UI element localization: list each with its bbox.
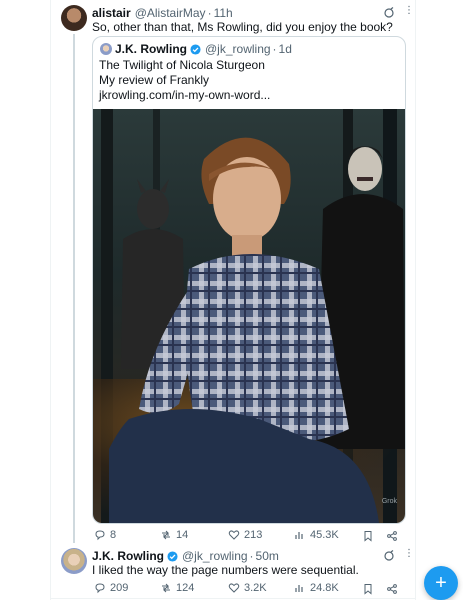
reply-count: 8	[110, 529, 117, 541]
reply-icon	[95, 583, 105, 594]
repost-icon	[162, 530, 170, 540]
repost-count: 14	[176, 529, 189, 541]
views-button[interactable]: 24.8K	[294, 582, 339, 594]
tweet-text: I liked the way the page numbers were se…	[92, 563, 359, 577]
grok-icon[interactable]	[383, 550, 395, 562]
like-button[interactable]: 3.2K	[228, 582, 267, 594]
tweet-header: alistair @AlistairMay · 11h	[92, 6, 233, 20]
quoted-tweet-link[interactable]: jkrowling.com/in-my-own-word...	[99, 88, 270, 103]
repost-button[interactable]: 124	[160, 582, 194, 594]
like-count: 213	[244, 529, 263, 541]
reply-count: 209	[110, 582, 129, 594]
image-watermark: Grok	[381, 498, 397, 505]
bookmark-icon[interactable]	[362, 530, 374, 542]
author-handle[interactable]: @jk_rowling	[182, 549, 248, 563]
verified-icon	[190, 43, 201, 55]
separator: ·	[272, 42, 277, 56]
author-name[interactable]: alistair	[92, 6, 131, 20]
bookmark-icon[interactable]	[362, 583, 374, 595]
separator: ·	[249, 549, 254, 563]
grok-icon[interactable]	[383, 7, 395, 19]
like-icon	[228, 583, 240, 593]
compose-icon: +	[435, 571, 447, 594]
tweet-image[interactable]: Grok	[93, 109, 405, 523]
repost-count: 124	[176, 582, 195, 594]
quoted-tweet-header: J.K. Rowling @jk_rowling · 1d	[115, 42, 292, 56]
share-icon[interactable]	[386, 530, 398, 542]
divider	[50, 598, 416, 599]
author-handle[interactable]: @jk_rowling	[205, 42, 271, 56]
reply-button[interactable]: 209	[94, 582, 128, 594]
more-icon[interactable]: ⋮	[404, 5, 414, 16]
timestamp[interactable]: 50m	[256, 549, 279, 563]
reply-icon	[95, 530, 105, 541]
tweet-header: J.K. Rowling @jk_rowling · 50m	[92, 549, 279, 563]
reply-button[interactable]: 8	[94, 529, 116, 541]
author-name[interactable]: J.K. Rowling	[92, 549, 164, 563]
quoted-tweet-line: My review of Frankly	[99, 73, 210, 87]
like-button[interactable]: 213	[228, 529, 262, 541]
quoted-tweet-card[interactable]: J.K. Rowling @jk_rowling · 1d The Twilig…	[92, 36, 406, 524]
separator: ·	[207, 6, 212, 20]
author-name[interactable]: J.K. Rowling	[115, 42, 187, 56]
more-icon[interactable]: ⋮	[404, 548, 414, 559]
views-icon	[295, 585, 303, 592]
repost-icon	[162, 583, 170, 593]
tweet-text: So, other than that, Ms Rowling, did you…	[92, 20, 393, 34]
avatar[interactable]	[61, 5, 87, 31]
timestamp[interactable]: 11h	[214, 6, 233, 20]
view-count: 24.8K	[310, 582, 339, 594]
views-icon	[295, 532, 303, 539]
like-icon	[228, 530, 240, 540]
timestamp[interactable]: 1d	[279, 42, 292, 56]
repost-button[interactable]: 14	[160, 529, 188, 541]
verified-icon	[167, 550, 178, 562]
avatar[interactable]	[100, 43, 112, 55]
avatar[interactable]	[61, 548, 87, 574]
author-handle[interactable]: @AlistairMay	[135, 6, 206, 20]
woman-figure	[109, 137, 379, 523]
share-icon[interactable]	[386, 583, 398, 595]
like-count: 3.2K	[244, 582, 267, 594]
compose-button[interactable]: +	[424, 566, 458, 600]
quoted-tweet-line: The Twilight of Nicola Sturgeon	[99, 58, 265, 72]
thread-line	[73, 34, 75, 543]
view-count: 45.3K	[310, 529, 339, 541]
views-button[interactable]: 45.3K	[294, 529, 339, 541]
